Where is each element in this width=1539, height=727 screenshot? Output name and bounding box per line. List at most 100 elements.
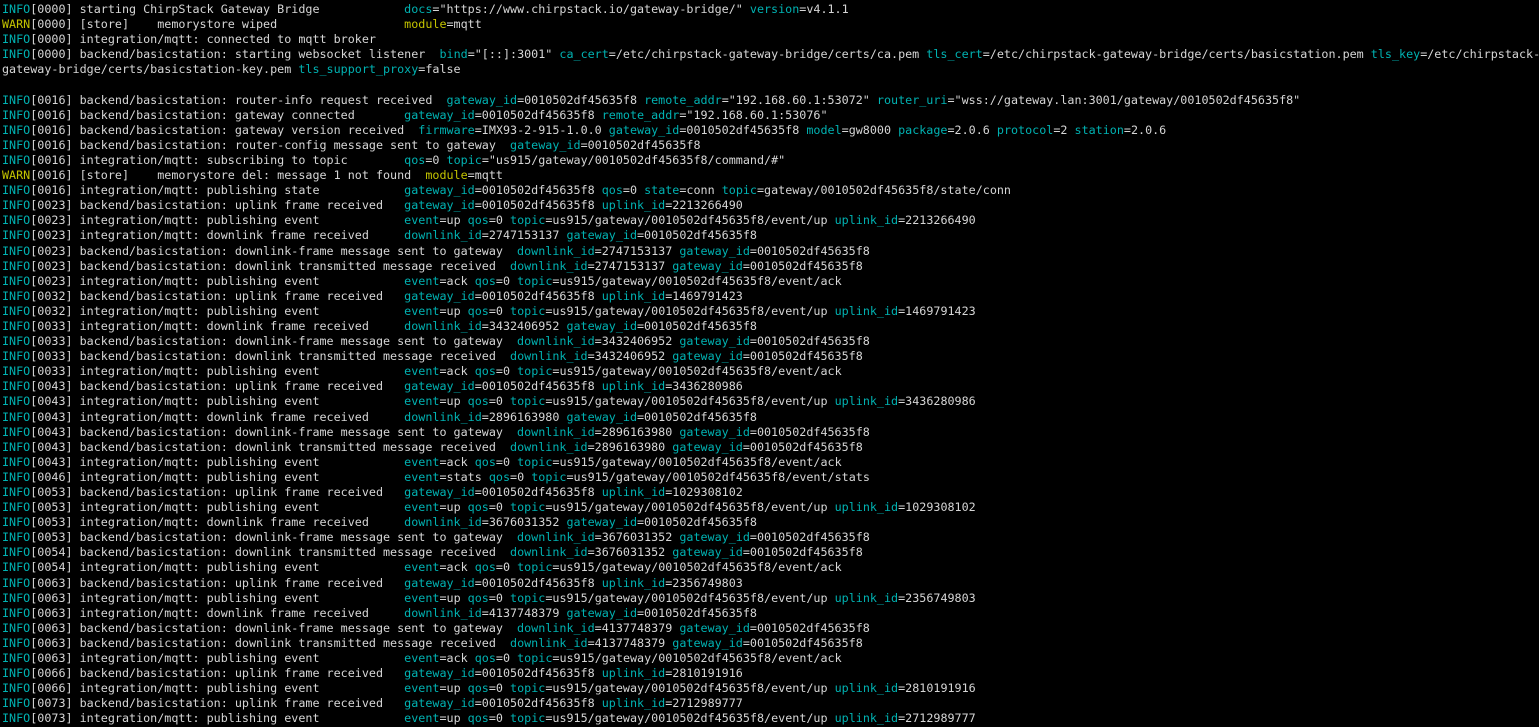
log-value: =ack xyxy=(439,364,467,378)
log-message: [0023] backend/basicstation: downlink tr… xyxy=(30,259,503,273)
log-level: INFO xyxy=(2,319,30,333)
terminal-screen[interactable]: INFO[0000] starting ChirpStack Gateway B… xyxy=(0,0,1539,727)
log-value: =0 xyxy=(489,394,503,408)
log-value: =0010502df45635f8 xyxy=(743,259,863,273)
log-line: INFO[0033] backend/basicstation: downlin… xyxy=(2,334,1539,349)
log-key: topic xyxy=(510,274,552,288)
log-key: remote_addr xyxy=(637,93,722,107)
log-value: =2712989777 xyxy=(665,696,743,710)
log-level: INFO xyxy=(2,530,30,544)
log-message: [0016] backend/basicstation: gateway con… xyxy=(30,108,397,122)
log-line: INFO[0073] backend/basicstation: uplink … xyxy=(2,696,1539,711)
log-value: =2.0.6 xyxy=(1124,123,1166,137)
log-line: INFO[0053] backend/basicstation: downlin… xyxy=(2,530,1539,545)
log-value: =0010502df45635f8 xyxy=(475,108,595,122)
log-key: qos xyxy=(461,681,489,695)
log-key: topic xyxy=(510,455,552,469)
log-key: tls_key xyxy=(1371,47,1420,61)
log-key: model xyxy=(799,123,841,137)
log-level: INFO xyxy=(2,32,30,46)
log-line: INFO[0023] integration/mqtt: downlink fr… xyxy=(2,228,1539,243)
log-value: =us915/gateway/0010502df45635f8/event/ac… xyxy=(552,274,841,288)
log-value: =1469791423 xyxy=(898,304,976,318)
log-value: =0010502df45635f8 xyxy=(475,696,595,710)
log-value: =1469791423 xyxy=(665,289,743,303)
log-value: =2213266490 xyxy=(898,213,976,227)
log-key: downlink_id xyxy=(397,515,482,529)
log-line: INFO[0063] backend/basicstation: downlin… xyxy=(2,621,1539,636)
log-value: =us915/gateway/0010502df45635f8/event/up xyxy=(545,500,827,514)
log-value: =2896163980 xyxy=(595,425,673,439)
log-level: INFO xyxy=(2,681,30,695)
log-value: =up xyxy=(439,500,460,514)
log-value: =us915/gateway/0010502df45635f8/event/up xyxy=(545,591,827,605)
log-key: remote_addr xyxy=(595,108,680,122)
log-line: INFO[0000] backend/basicstation: startin… xyxy=(2,47,1539,62)
log-message: [0023] integration/mqtt: downlink frame … xyxy=(30,228,397,242)
log-key: topic xyxy=(503,681,545,695)
log-key: downlink_id xyxy=(397,319,482,333)
log-key: qos xyxy=(397,153,425,167)
log-line: INFO[0053] integration/mqtt: publishing … xyxy=(2,500,1539,515)
log-value: =4137748379 xyxy=(482,606,560,620)
log-value: =us915/gateway/0010502df45635f8/event/ac… xyxy=(552,364,841,378)
log-key: topic xyxy=(510,560,552,574)
log-line: INFO[0066] integration/mqtt: publishing … xyxy=(2,681,1539,696)
log-level: INFO xyxy=(2,545,30,559)
log-value: =2896163980 xyxy=(482,410,560,424)
log-key: docs xyxy=(397,2,432,16)
log-text: [0000] backend/basicstation: starting we… xyxy=(30,47,439,61)
log-line: INFO[0016] backend/basicstation: router-… xyxy=(2,93,1539,108)
log-message: [0016] integration/mqtt: subscribing to … xyxy=(30,153,397,167)
log-key: event xyxy=(397,364,439,378)
log-line: INFO[0023] backend/basicstation: downlin… xyxy=(2,244,1539,259)
log-key: protocol xyxy=(990,123,1054,137)
log-message: [0043] backend/basicstation: downlink-fr… xyxy=(30,425,510,439)
log-value: =ack xyxy=(439,651,467,665)
log-value: =0010502df45635f8 xyxy=(637,515,757,529)
log-line: INFO[0053] backend/basicstation: uplink … xyxy=(2,485,1539,500)
log-key: downlink_id xyxy=(503,545,588,559)
log-key: package xyxy=(891,123,947,137)
log-message: [0073] backend/basicstation: uplink fram… xyxy=(30,696,397,710)
log-key: event xyxy=(397,213,439,227)
log-value: =v4.1.1 xyxy=(799,2,848,16)
log-value: =up xyxy=(439,591,460,605)
log-value: =3676031352 xyxy=(588,545,666,559)
log-value: =stats xyxy=(439,470,481,484)
log-value: =3436280986 xyxy=(898,394,976,408)
log-message: [0066] backend/basicstation: uplink fram… xyxy=(30,666,397,680)
log-line: INFO[0073] integration/mqtt: publishing … xyxy=(2,711,1539,726)
log-message: [0016] backend/basicstation: router-conf… xyxy=(30,138,503,152)
log-value: =0010502df45635f8 xyxy=(750,244,870,258)
log-level: INFO xyxy=(2,93,30,107)
log-key: tls_cert xyxy=(926,47,982,61)
log-key: downlink_id xyxy=(397,228,482,242)
log-level: INFO xyxy=(2,213,30,227)
log-key: uplink_id xyxy=(828,500,899,514)
log-value: =us915/gateway/0010502df45635f8/event/up xyxy=(545,711,827,725)
log-key: gateway_id xyxy=(559,410,637,424)
log-line: INFO[0053] integration/mqtt: downlink fr… xyxy=(2,515,1539,530)
log-level: INFO xyxy=(2,576,30,590)
log-key: uplink_id xyxy=(828,213,899,227)
log-key: downlink_id xyxy=(397,606,482,620)
log-key: router_uri xyxy=(870,93,948,107)
log-value: =1029308102 xyxy=(665,485,743,499)
log-message: [0063] integration/mqtt: publishing even… xyxy=(30,591,397,605)
log-line: INFO[0032] backend/basicstation: uplink … xyxy=(2,289,1539,304)
log-level: INFO xyxy=(2,228,30,242)
log-value: =us915/gateway/0010502df45635f8/event/up xyxy=(545,394,827,408)
log-key: event xyxy=(397,560,439,574)
log-key: uplink_id xyxy=(828,711,899,725)
log-line: INFO[0043] backend/basicstation: downlin… xyxy=(2,425,1539,440)
log-key: uplink_id xyxy=(595,379,666,393)
log-line: INFO[0016] backend/basicstation: gateway… xyxy=(2,123,1539,138)
log-value: =4137748379 xyxy=(588,636,666,650)
log-level: INFO xyxy=(2,591,30,605)
log-key: uplink_id xyxy=(828,394,899,408)
log-level: INFO xyxy=(2,244,30,258)
log-line: INFO[0043] integration/mqtt: publishing … xyxy=(2,455,1539,470)
log-level: INFO xyxy=(2,123,30,137)
log-line: INFO[0000] integration/mqtt: connected t… xyxy=(2,32,1539,47)
